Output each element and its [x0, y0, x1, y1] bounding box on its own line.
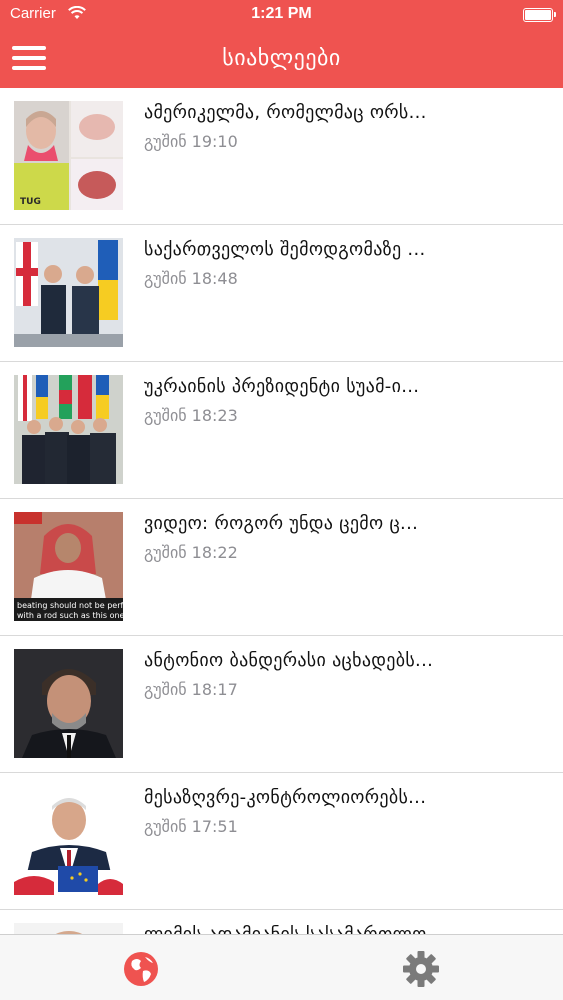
news-item[interactable]: მესაზღვრე-კონტროლიორებს... გუშინ 17:51: [0, 773, 563, 910]
news-time: გუშინ 17:51: [144, 817, 238, 836]
news-item[interactable]: ანტონიო ბანდერასი აცხადებს... გუშინ 18:1…: [0, 636, 563, 773]
page-title: სიახლეები: [222, 46, 341, 71]
news-headline: მესაზღვრე-კონტროლიორებს...: [144, 787, 427, 808]
news-headline: საქართველოს შემოდგომაზე ...: [144, 239, 426, 260]
news-item[interactable]: beating should not be perfor with a rod …: [0, 499, 563, 636]
news-list[interactable]: TUG ამერიკელმა, რომელმაც ორს... გუშინ 19…: [0, 88, 563, 934]
clock: 1:21 PM: [251, 5, 312, 22]
news-thumbnail: TUG: [14, 101, 123, 210]
news-thumbnail: [14, 923, 123, 934]
news-headline: ვიდეო: როგორ უნდა ცემო ც...: [144, 513, 419, 534]
battery-icon: [523, 8, 556, 22]
news-headline: უკრაინის პრეზიდენტი სუამ-ი...: [144, 376, 420, 397]
video-caption: beating should not be perfor: [17, 601, 123, 610]
news-headline: ამერიკელმა, რომელმაც ორს...: [144, 102, 427, 123]
news-thumbnail: [14, 238, 123, 347]
news-headline: ლიმის ადამიანის სასამართლო: [144, 924, 544, 934]
news-time: გუშინ 18:48: [144, 269, 238, 288]
status-bar: Carrier 1:21 PM: [0, 0, 563, 30]
news-item[interactable]: უკრაინის პრეზიდენტი სუამ-ი... გუშინ 18:2…: [0, 362, 563, 499]
news-item[interactable]: საქართველოს შემოდგომაზე ... გუშინ 18:48: [0, 225, 563, 362]
news-time: გუშინ 18:22: [144, 543, 238, 562]
news-thumbnail: [14, 786, 123, 895]
news-thumbnail: [14, 375, 123, 484]
video-caption: with a rod such as this one.: [17, 611, 123, 620]
news-time: გუშინ 19:10: [144, 132, 238, 151]
news-item[interactable]: TUG ამერიკელმა, რომელმაც ორს... გუშინ 19…: [0, 88, 563, 225]
navigation-bar: სიახლეები: [0, 30, 563, 88]
news-time: გუშინ 18:17: [144, 680, 238, 699]
tab-news[interactable]: [121, 949, 161, 989]
news-item[interactable]: ლიმის ადამიანის სასამართლო: [0, 910, 563, 934]
news-thumbnail: [14, 649, 123, 758]
gear-icon: [403, 951, 439, 987]
globe-icon: [124, 952, 158, 986]
tab-settings[interactable]: [401, 949, 441, 989]
news-time: გუშინ 18:23: [144, 406, 238, 425]
tab-bar: [0, 934, 563, 1000]
svg-text:TUG: TUG: [20, 197, 41, 207]
news-headline: ანტონიო ბანდერასი აცხადებს...: [144, 650, 434, 671]
news-thumbnail: beating should not be perfor with a rod …: [14, 512, 123, 621]
